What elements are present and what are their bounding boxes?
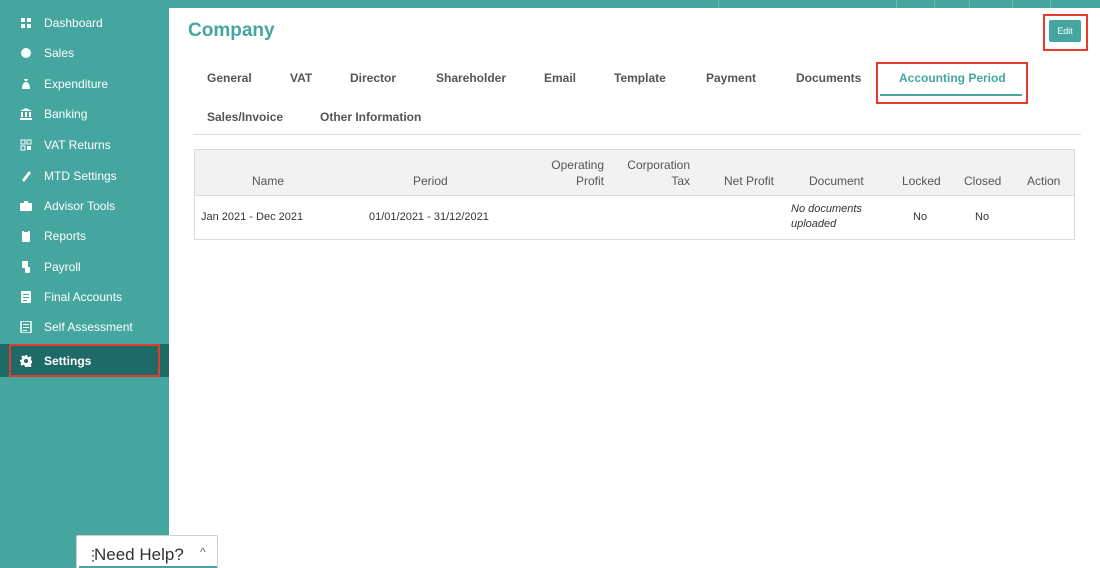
column-header-corporation-tax: Corporation Tax bbox=[623, 157, 690, 189]
briefcase-icon bbox=[19, 199, 33, 213]
cell-text: uploaded bbox=[791, 218, 837, 230]
column-header-text: Tax bbox=[671, 174, 690, 188]
tabs-divider bbox=[193, 134, 1081, 135]
column-header-action: Action bbox=[1027, 174, 1061, 188]
top-bar bbox=[169, 0, 1100, 8]
sidebar-item-label: Advisor Tools bbox=[44, 199, 116, 213]
cell-locked: No bbox=[913, 211, 928, 223]
column-header-text: Corporation bbox=[627, 158, 690, 172]
sidebar-item-label: Payroll bbox=[44, 260, 81, 274]
column-header-locked: Locked bbox=[902, 174, 941, 188]
sidebar-item-final-accounts[interactable]: Final Accounts bbox=[0, 282, 169, 312]
payroll-icon bbox=[19, 260, 33, 274]
sidebar-item-label: Expenditure bbox=[44, 77, 109, 91]
highlight-box bbox=[876, 62, 1028, 104]
sidebar-item-label: Sales bbox=[44, 46, 75, 60]
tab-shareholder[interactable]: Shareholder bbox=[436, 71, 506, 85]
sidebar-item-label: MTD Settings bbox=[44, 169, 117, 183]
tab-sales-invoice[interactable]: Sales/Invoice bbox=[207, 110, 283, 124]
sidebar-item-payroll[interactable]: Payroll bbox=[0, 252, 169, 282]
sidebar-item-dashboard[interactable]: Dashboard bbox=[0, 8, 169, 38]
tab-email[interactable]: Email bbox=[544, 71, 576, 85]
column-header-net-profit: Net Profit bbox=[724, 174, 775, 188]
tab-vat[interactable]: VAT bbox=[290, 71, 312, 85]
column-header-name: Name bbox=[252, 174, 285, 188]
sidebar-item-sales[interactable]: Sales bbox=[0, 38, 169, 68]
column-header-document: Document bbox=[809, 174, 864, 188]
sidebar-item-label: VAT Returns bbox=[44, 138, 111, 152]
sidebar-item-vat-returns[interactable]: VAT Returns bbox=[0, 130, 169, 160]
cell-period: 01/01/2021 - 31/12/2021 bbox=[369, 211, 489, 223]
sidebar-item-label: Final Accounts bbox=[44, 290, 123, 304]
mtd-settings-icon bbox=[19, 169, 33, 183]
need-help-widget[interactable]: ⋮ Need Help? ^ bbox=[76, 535, 218, 568]
final-accounts-icon bbox=[19, 290, 33, 304]
page-title: Company bbox=[188, 20, 275, 41]
chevron-up-icon: ^ bbox=[200, 545, 206, 559]
top-bar-divider bbox=[934, 0, 935, 8]
column-header-closed: Closed bbox=[964, 174, 1002, 188]
sidebar-item-banking[interactable]: Banking bbox=[0, 99, 169, 129]
sidebar-item-label: Reports bbox=[44, 229, 87, 243]
sidebar-item-mtd-settings[interactable]: MTD Settings bbox=[0, 161, 169, 191]
tab-director[interactable]: Director bbox=[350, 71, 396, 85]
table-row: Jan 2021 - Dec 2021 01/01/2021 - 31/12/2… bbox=[195, 197, 1074, 239]
sidebar-item-label: Self Assessment bbox=[44, 320, 133, 334]
tab-general[interactable]: General bbox=[207, 71, 252, 85]
cell-name: Jan 2021 - Dec 2021 bbox=[201, 211, 304, 223]
top-bar-divider bbox=[718, 0, 719, 8]
tab-other-information[interactable]: Other Information bbox=[320, 110, 421, 124]
sidebar-item-label: Banking bbox=[44, 107, 88, 121]
cell-document: No documents uploaded bbox=[791, 202, 862, 232]
reports-icon bbox=[19, 229, 33, 243]
vat-returns-icon bbox=[19, 138, 33, 152]
column-header-period: Period bbox=[413, 174, 448, 188]
cell-closed: No bbox=[975, 211, 990, 223]
column-header-operating-profit: Operating Profit bbox=[548, 157, 604, 189]
top-bar-divider bbox=[896, 0, 897, 8]
sidebar-item-reports[interactable]: Reports bbox=[0, 221, 169, 251]
column-header-text: Operating bbox=[551, 158, 604, 172]
sales-icon bbox=[19, 46, 33, 60]
accounting-period-table: Name Period Operating Profit Corporation… bbox=[194, 149, 1075, 240]
expenditure-icon bbox=[19, 77, 33, 91]
sidebar-item-self-assessment[interactable]: Self Assessment bbox=[0, 312, 169, 342]
column-header-text: Profit bbox=[575, 174, 604, 188]
top-bar-divider bbox=[1012, 0, 1013, 8]
top-bar-divider bbox=[1050, 0, 1051, 8]
self-assessment-icon bbox=[19, 320, 33, 334]
sidebar-item-expenditure[interactable]: Expenditure bbox=[0, 69, 169, 99]
bank-icon bbox=[19, 107, 33, 121]
sidebar-item-advisor-tools[interactable]: Advisor Tools bbox=[0, 191, 169, 221]
tab-documents[interactable]: Documents bbox=[796, 71, 861, 85]
highlight-box bbox=[1043, 14, 1088, 51]
table-header: Name Period Operating Profit Corporation… bbox=[195, 150, 1074, 196]
sidebar: Dashboard Sales Expenditure Banking VAT … bbox=[0, 0, 169, 568]
tab-payment[interactable]: Payment bbox=[706, 71, 756, 85]
top-bar-divider bbox=[969, 0, 970, 8]
tab-template[interactable]: Template bbox=[614, 71, 666, 85]
highlight-box bbox=[9, 344, 160, 377]
dashboard-icon bbox=[19, 16, 33, 30]
sidebar-item-label: Dashboard bbox=[44, 16, 103, 30]
need-help-label: Need Help? bbox=[94, 545, 184, 564]
cell-text: No documents bbox=[791, 203, 862, 215]
